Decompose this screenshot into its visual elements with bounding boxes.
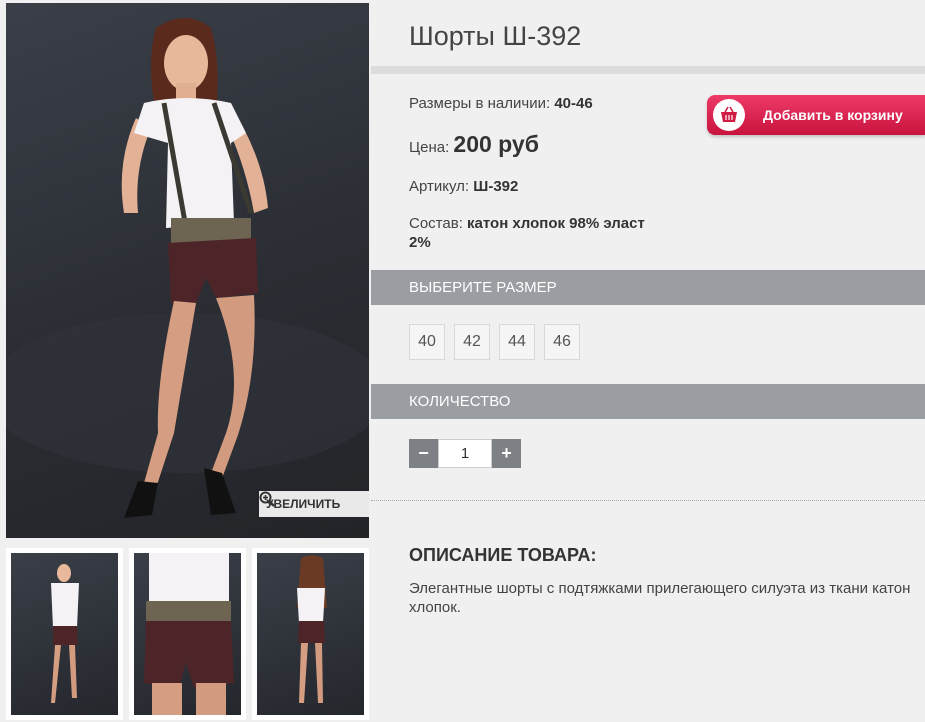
zoom-label: УВЕЛИЧИТЬ — [266, 497, 341, 511]
composition-label: Состав: — [409, 215, 463, 232]
thumbnail-1[interactable] — [6, 548, 123, 720]
thumbnail-2[interactable] — [129, 548, 246, 720]
quantity-section-header: КОЛИЧЕСТВО — [371, 384, 925, 419]
sizes-label: Размеры в наличии: — [409, 95, 551, 112]
size-option-40[interactable]: 40 — [409, 324, 445, 360]
quantity-input[interactable] — [438, 439, 492, 468]
sku-row: Артикул: Ш-392 — [409, 178, 518, 195]
composition-value-cont: 2% — [409, 234, 431, 251]
price-value: 200 руб — [453, 131, 539, 157]
sizes-value: 40-46 — [554, 95, 593, 112]
zoom-button[interactable]: УВЕЛИЧИТЬ — [259, 491, 369, 517]
sizes-available: Размеры в наличии: 40-46 — [409, 95, 593, 112]
model-figure — [6, 18, 369, 518]
quantity-decrement-button[interactable]: − — [409, 439, 438, 468]
description-text: Элегантные шорты с подтяжками прилегающе… — [409, 580, 911, 616]
thumbnail-image — [297, 555, 327, 703]
thumbnail-image — [144, 553, 234, 715]
size-section-header: ВЫБЕРИТЕ РАЗМЕР — [371, 270, 925, 305]
divider — [371, 70, 925, 74]
thumbnail-3[interactable] — [252, 548, 369, 720]
basket-icon — [713, 99, 745, 131]
size-option-44[interactable]: 44 — [499, 324, 535, 360]
product-main-photo[interactable]: УВЕЛИЧИТЬ — [6, 3, 369, 538]
add-to-cart-label: Добавить в корзину — [763, 107, 903, 123]
magnifier-plus-icon — [259, 491, 275, 507]
thumbnail-strip — [6, 548, 369, 720]
product-title: Шорты Ш-392 — [409, 21, 582, 51]
title-bar: Шорты Ш-392 — [371, 3, 925, 70]
sku-label: Артикул: — [409, 178, 470, 195]
quantity-increment-button[interactable]: + — [492, 439, 521, 468]
composition-row: Состав: катон хлопок 98% эласт 2% — [409, 214, 645, 252]
add-to-cart-button[interactable]: Добавить в корзину — [707, 95, 925, 135]
thumbnail-image — [51, 564, 79, 703]
price-row: Цена: 200 руб — [409, 131, 539, 158]
description-title: ОПИСАНИЕ ТОВАРА: — [409, 545, 597, 565]
size-option-42[interactable]: 42 — [454, 324, 490, 360]
divider — [371, 500, 925, 501]
sku-value: Ш-392 — [473, 178, 519, 195]
price-label: Цена: — [409, 139, 450, 156]
composition-value: катон хлопок 98% эласт — [467, 215, 645, 232]
size-option-46[interactable]: 46 — [544, 324, 580, 360]
